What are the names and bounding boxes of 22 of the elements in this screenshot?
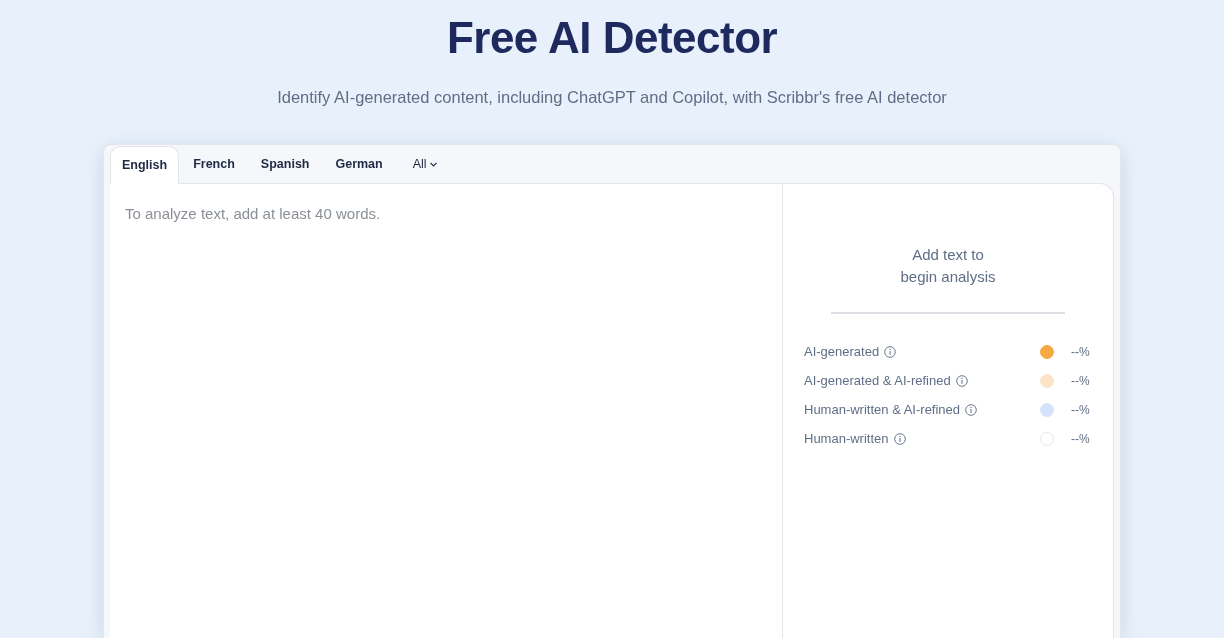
legend-label: AI-generated bbox=[804, 343, 880, 361]
language-tab[interactable]: Spanish bbox=[248, 146, 322, 183]
percentage-value: --% bbox=[1071, 431, 1091, 448]
language-dropdown[interactable]: All bbox=[400, 146, 449, 183]
analysis-message: Add text to begin analysis bbox=[899, 245, 997, 287]
percentage-value: --% bbox=[1071, 344, 1091, 361]
percentage-value: --% bbox=[1071, 373, 1091, 390]
legend-label: Human-written & AI-refined bbox=[804, 401, 961, 419]
page-title: Free AI Detector bbox=[446, 12, 778, 64]
page-subtitle: Identify AI-generated content, including ChatGPT and Copilot, with Scribbr's free AI detector bbox=[277, 87, 947, 108]
percentage-value: --% bbox=[1071, 402, 1091, 419]
info-icon[interactable] bbox=[893, 433, 906, 445]
info-icon[interactable] bbox=[955, 375, 968, 387]
info-icon[interactable] bbox=[965, 404, 978, 416]
text-input-field[interactable]: To analyze text, add at least 40 words. bbox=[110, 183, 783, 638]
info-icon[interactable] bbox=[884, 346, 897, 358]
language-tab[interactable]: French bbox=[181, 146, 247, 183]
language-tab[interactable]: English bbox=[110, 146, 180, 184]
legend-label: AI-generated & AI-refined bbox=[804, 372, 951, 390]
legend-label: Human-written bbox=[804, 430, 889, 448]
language-tab[interactable]: German bbox=[323, 146, 395, 183]
caret-icon bbox=[429, 162, 437, 167]
